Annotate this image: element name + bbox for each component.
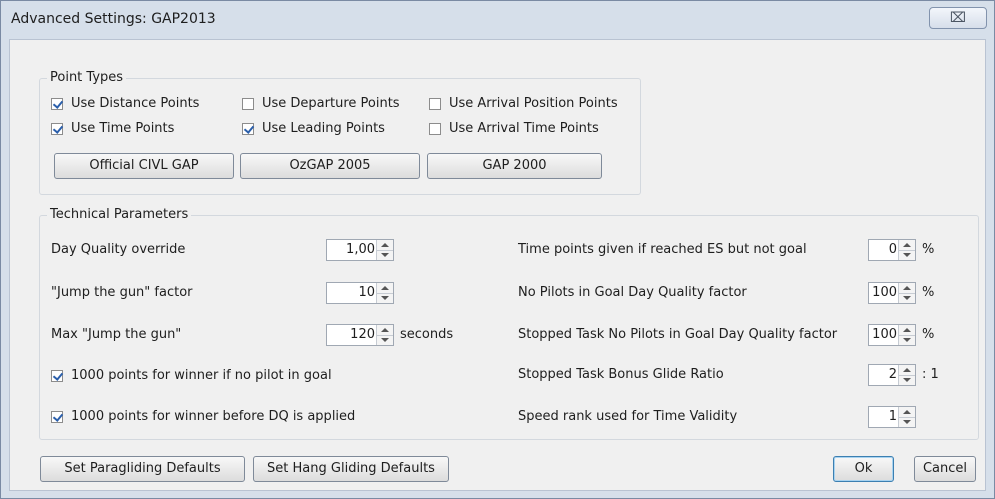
stopped-task-dq-spinner[interactable]: 100 bbox=[868, 324, 916, 346]
spinner-value: 120 bbox=[350, 327, 375, 342]
jump-the-gun-factor-label: "Jump the gun" factor bbox=[51, 285, 193, 300]
time-points-es-spinner[interactable]: 0 bbox=[868, 239, 916, 261]
time-points-es-label: Time points given if reached ES but not … bbox=[518, 242, 807, 257]
point-types-legend: Point Types bbox=[47, 70, 127, 85]
winner-no-pilot-goal-checkbox[interactable]: 1000 points for winner if no pilot in go… bbox=[51, 368, 332, 383]
spin-down-icon[interactable] bbox=[899, 375, 915, 385]
spin-down-icon[interactable] bbox=[377, 250, 393, 260]
point-types-group: Point Types Use Distance Points Use Depa… bbox=[39, 70, 641, 195]
set-hang-gliding-defaults-button[interactable]: Set Hang Gliding Defaults bbox=[253, 456, 449, 482]
spin-down-icon[interactable] bbox=[899, 335, 915, 345]
checkbox-label: Use Time Points bbox=[71, 121, 175, 136]
spin-down-icon[interactable] bbox=[899, 250, 915, 260]
official-civl-gap-button[interactable]: Official CIVL GAP bbox=[54, 153, 234, 179]
speed-rank-time-validity-label: Speed rank used for Time Validity bbox=[518, 409, 738, 424]
speed-rank-time-validity-spinner[interactable]: 1 bbox=[868, 406, 916, 428]
technical-parameters-group: Technical Parameters Day Quality overrid… bbox=[39, 207, 979, 440]
cancel-button[interactable]: Cancel bbox=[914, 456, 976, 482]
spin-down-icon[interactable] bbox=[377, 293, 393, 303]
dialog-content: Point Types Use Distance Points Use Depa… bbox=[9, 39, 986, 491]
spinner-value: 100 bbox=[872, 285, 897, 300]
checkbox-label: 1000 points for winner before DQ is appl… bbox=[71, 409, 356, 424]
checkbox-label: Use Arrival Position Points bbox=[449, 96, 618, 111]
ozgap-2005-button[interactable]: OzGAP 2005 bbox=[240, 153, 420, 179]
checkbox-checked-icon bbox=[51, 410, 63, 423]
use-distance-points-checkbox[interactable]: Use Distance Points bbox=[51, 96, 199, 111]
no-pilots-goal-dq-label: No Pilots in Goal Day Quality factor bbox=[518, 285, 747, 300]
gap-2000-button[interactable]: GAP 2000 bbox=[427, 153, 602, 179]
percent-unit-label: % bbox=[922, 285, 935, 300]
winner-before-dq-checkbox[interactable]: 1000 points for winner before DQ is appl… bbox=[51, 409, 355, 424]
bonus-glide-ratio-spinner[interactable]: 2 bbox=[868, 364, 916, 386]
spinner-value: 2 bbox=[888, 367, 897, 382]
max-jump-the-gun-label: Max "Jump the gun" bbox=[51, 327, 182, 342]
close-button[interactable]: ⌧ bbox=[929, 7, 987, 29]
use-departure-points-checkbox[interactable]: Use Departure Points bbox=[242, 96, 400, 111]
checkbox-checked-icon bbox=[242, 122, 254, 135]
checkbox-checked-icon bbox=[51, 97, 63, 110]
checkbox-label: Use Leading Points bbox=[262, 121, 385, 136]
close-icon: ⌧ bbox=[949, 10, 967, 26]
checkbox-unchecked-icon bbox=[242, 97, 254, 110]
checkbox-label: Use Departure Points bbox=[262, 96, 400, 111]
percent-unit-label: % bbox=[922, 327, 935, 342]
use-arrival-position-points-checkbox[interactable]: Use Arrival Position Points bbox=[429, 96, 618, 111]
stopped-task-dq-label: Stopped Task No Pilots in Goal Day Quali… bbox=[518, 327, 838, 342]
use-leading-points-checkbox[interactable]: Use Leading Points bbox=[242, 121, 385, 136]
max-jump-the-gun-spinner[interactable]: 120 bbox=[326, 324, 394, 346]
ratio-unit-label: : 1 bbox=[922, 367, 939, 382]
spin-down-icon[interactable] bbox=[377, 335, 393, 345]
ok-button[interactable]: Ok bbox=[833, 456, 894, 482]
dialog-window: Advanced Settings: GAP2013 ⌧ Point Types… bbox=[0, 0, 995, 499]
use-time-points-checkbox[interactable]: Use Time Points bbox=[51, 121, 174, 136]
checkbox-checked-icon bbox=[51, 369, 63, 382]
percent-unit-label: % bbox=[922, 242, 935, 257]
day-quality-override-spinner[interactable]: 1,00 bbox=[326, 239, 394, 261]
spin-down-icon[interactable] bbox=[899, 417, 915, 427]
spinner-value: 1 bbox=[888, 409, 897, 424]
spinner-value: 0 bbox=[888, 242, 897, 257]
title-bar[interactable]: Advanced Settings: GAP2013 ⌧ bbox=[1, 1, 994, 35]
use-arrival-time-points-checkbox[interactable]: Use Arrival Time Points bbox=[429, 121, 599, 136]
no-pilots-goal-dq-spinner[interactable]: 100 bbox=[868, 282, 916, 304]
checkbox-unchecked-icon bbox=[429, 97, 441, 110]
seconds-unit-label: seconds bbox=[400, 327, 454, 342]
window-title: Advanced Settings: GAP2013 bbox=[11, 11, 216, 27]
technical-parameters-legend: Technical Parameters bbox=[47, 207, 192, 222]
checkbox-label: Use Distance Points bbox=[71, 96, 200, 111]
spinner-value: 1,00 bbox=[346, 242, 375, 257]
spin-down-icon[interactable] bbox=[899, 293, 915, 303]
set-paragliding-defaults-button[interactable]: Set Paragliding Defaults bbox=[40, 456, 245, 482]
jump-the-gun-factor-spinner[interactable]: 10 bbox=[326, 282, 394, 304]
checkbox-unchecked-icon bbox=[429, 122, 441, 135]
checkbox-label: Use Arrival Time Points bbox=[449, 121, 599, 136]
checkbox-checked-icon bbox=[51, 122, 63, 135]
bonus-glide-ratio-label: Stopped Task Bonus Glide Ratio bbox=[518, 367, 724, 382]
spinner-value: 100 bbox=[872, 327, 897, 342]
checkbox-label: 1000 points for winner if no pilot in go… bbox=[71, 368, 332, 383]
spinner-value: 10 bbox=[358, 285, 375, 300]
day-quality-override-label: Day Quality override bbox=[51, 242, 186, 257]
